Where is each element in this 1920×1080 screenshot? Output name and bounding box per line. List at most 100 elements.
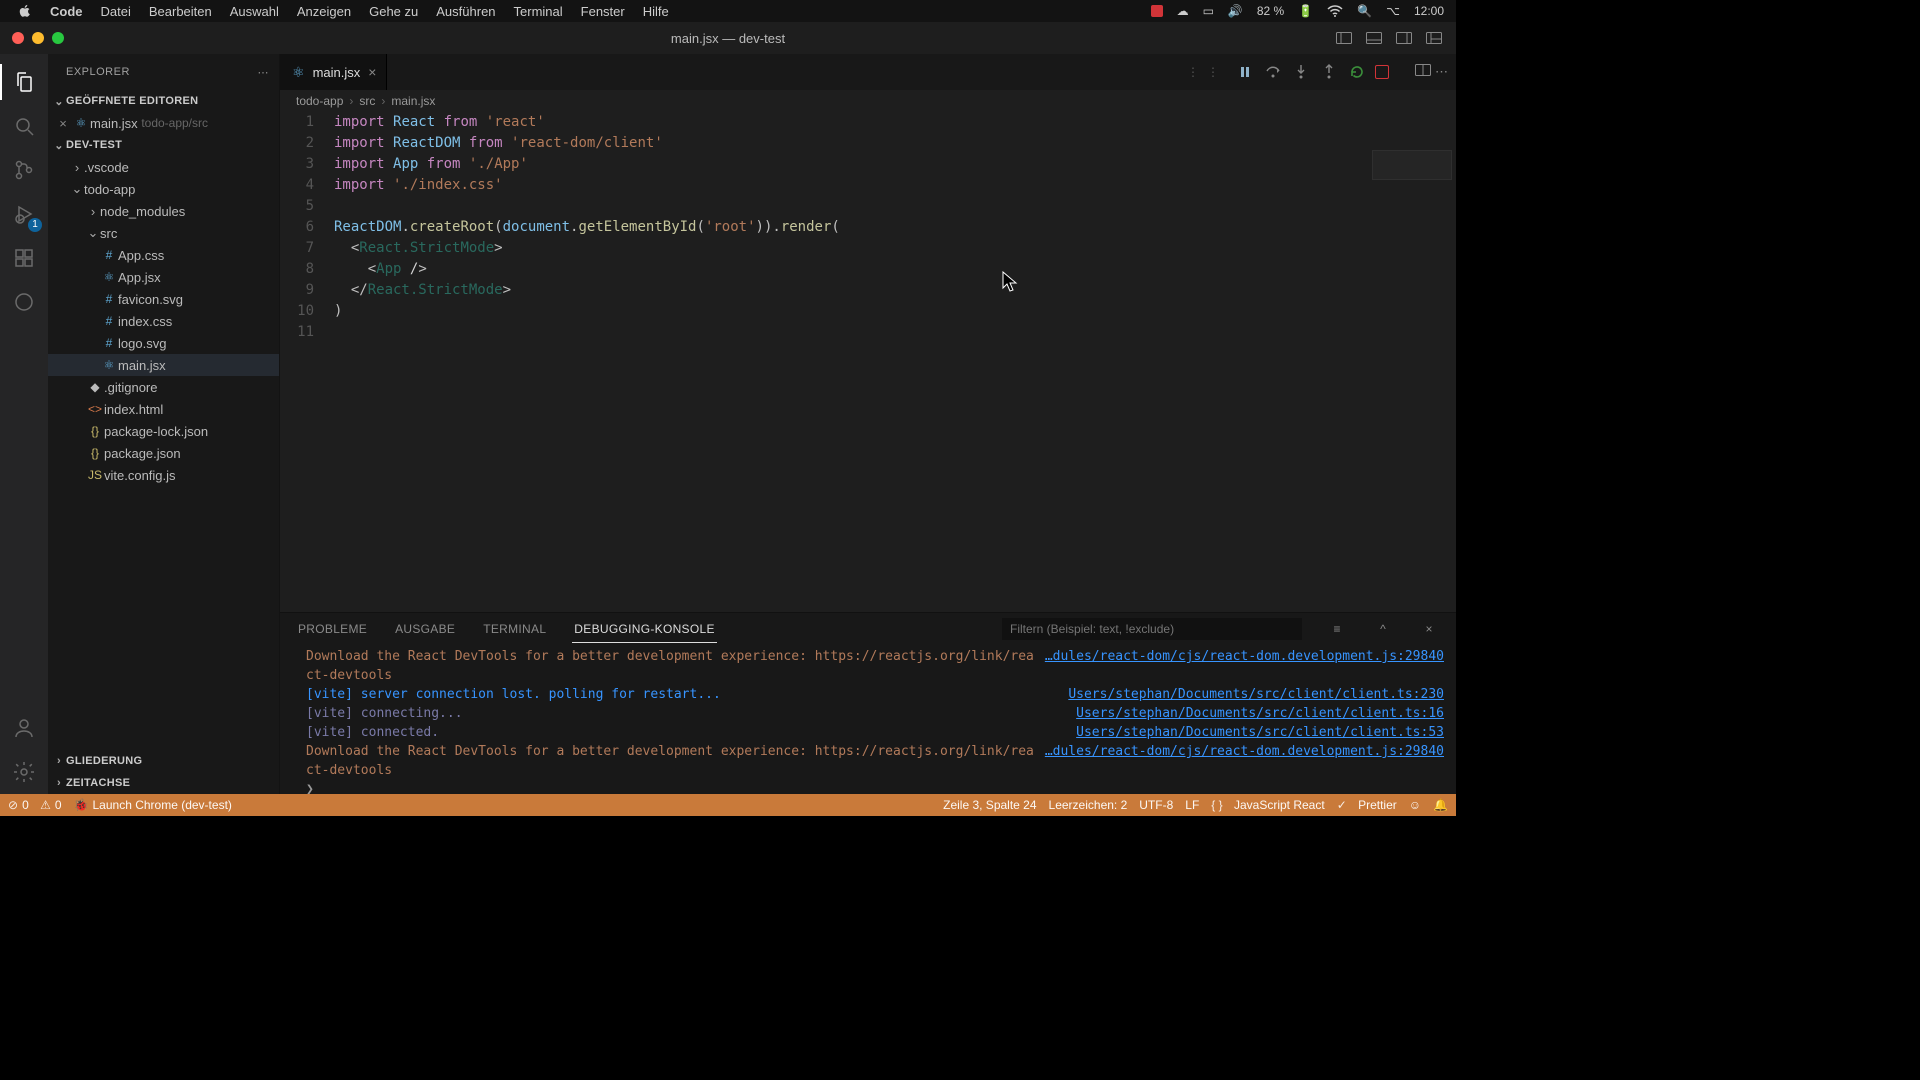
layout-right-icon[interactable] [1390,27,1418,49]
activity-account[interactable] [0,706,48,750]
layout-left-icon[interactable] [1330,27,1358,49]
file-item[interactable]: {}package-lock.json [48,420,279,442]
bottom-panel: PROBLEME AUSGABE TERMINAL DEBUGGING-KONS… [280,612,1456,794]
panel-tab-debug-console[interactable]: DEBUGGING-KONSOLE [572,616,716,643]
status-feedback-icon[interactable]: ☺ [1409,798,1421,812]
console-source-link[interactable]: Users/stephan/Documents/src/client/clien… [1076,723,1444,742]
status-launch[interactable]: 🐞Launch Chrome (dev-test) [74,798,232,812]
editor-code[interactable]: import React from 'react'import ReactDOM… [328,112,1456,612]
status-errors[interactable]: ⊘0 ⚠0 [8,798,62,812]
timeline-header[interactable]: ›ZEITACHSE [48,772,279,794]
status-lang[interactable]: { } JavaScript React [1211,798,1324,812]
file-item[interactable]: <>index.html [48,398,279,420]
outline-header[interactable]: ›GLIEDERUNG [48,750,279,772]
wifi-icon[interactable] [1327,5,1343,17]
activity-explorer[interactable] [0,60,48,104]
panel-maximize-icon[interactable]: ^ [1372,622,1394,636]
panel-tab-output[interactable]: AUSGABE [393,616,457,642]
console-source-link[interactable]: …dules/react-dom/cjs/react-dom.developme… [1045,647,1444,685]
open-editor-item[interactable]: ×⚛main.jsx todo-app/src [48,112,279,134]
activity-remote[interactable] [0,280,48,324]
clock[interactable]: 12:00 [1414,4,1444,18]
menu-anzeigen[interactable]: Anzeigen [297,4,351,19]
console-source-link[interactable]: …dules/react-dom/cjs/react-dom.developme… [1045,742,1444,780]
explorer-more-icon[interactable]: ⋯ [258,66,270,79]
menu-bearbeiten[interactable]: Bearbeiten [149,4,212,19]
file-item[interactable]: #favicon.svg [48,288,279,310]
folder-item[interactable]: ›node_modules [48,200,279,222]
status-encoding[interactable]: UTF-8 [1139,798,1173,812]
traffic-min-button[interactable] [32,32,44,44]
control-center-icon[interactable]: ⌥ [1386,4,1400,18]
file-item[interactable]: ◆.gitignore [48,376,279,398]
activity-search[interactable] [0,104,48,148]
menu-ausfuehren[interactable]: Ausführen [436,4,495,19]
panel-filter-input[interactable] [1002,618,1302,640]
file-item[interactable]: JSvite.config.js [48,464,279,486]
breadcrumbs[interactable]: todo-app› src› main.jsx [280,90,1456,112]
sound-icon[interactable]: 🔊 [1228,4,1243,18]
apple-logo-icon[interactable] [18,4,32,18]
tab-mainjsx[interactable]: ⚛ main.jsx × [280,54,387,90]
debug-step-into-button[interactable] [1291,62,1311,82]
folder-item[interactable]: ›.vscode [48,156,279,178]
debug-step-out-button[interactable] [1319,62,1339,82]
activity-run-debug[interactable]: 1 [0,192,48,236]
file-item[interactable]: {}package.json [48,442,279,464]
open-editors-header[interactable]: ⌄GEÖFFNETE EDITOREN [48,90,279,112]
menu-datei[interactable]: Datei [101,4,131,19]
battery-percentage[interactable]: 82 % [1257,4,1284,18]
debug-console-output[interactable]: Download the React DevTools for a better… [280,645,1456,794]
console-source-link[interactable]: Users/stephan/Documents/src/client/clien… [1068,685,1444,704]
panel-tab-problems[interactable]: PROBLEME [296,616,369,642]
menu-gehe-zu[interactable]: Gehe zu [369,4,418,19]
activity-settings[interactable] [0,750,48,794]
cloud-icon[interactable]: ☁︎ [1177,4,1189,18]
console-prompt[interactable]: ❯ [306,780,1444,794]
traffic-max-button[interactable] [52,32,64,44]
file-item[interactable]: #logo.svg [48,332,279,354]
panel-close-icon[interactable]: × [1418,622,1440,636]
layout-customize-icon[interactable] [1420,27,1448,49]
activity-source-control[interactable] [0,148,48,192]
status-bell-icon[interactable]: 🔔 [1433,798,1448,812]
file-name: package-lock.json [104,424,208,439]
split-editor-icon[interactable] [1415,64,1431,80]
debug-stop-button[interactable] [1375,65,1389,79]
status-prettier[interactable]: ✓ Prettier [1337,798,1397,812]
activity-extensions[interactable] [0,236,48,280]
battery-icon[interactable]: 🔋 [1298,4,1313,18]
file-item[interactable]: ⚛main.jsx [48,354,279,376]
file-item[interactable]: #App.css [48,244,279,266]
search-icon[interactable]: 🔍 [1357,4,1372,18]
display-icon[interactable]: ▭ [1203,4,1214,18]
workspace-header[interactable]: ⌄DEV-TEST [48,134,279,156]
file-item[interactable]: #index.css [48,310,279,332]
menu-terminal[interactable]: Terminal [514,4,563,19]
layout-bottom-icon[interactable] [1360,27,1388,49]
panel-tab-terminal[interactable]: TERMINAL [481,616,548,642]
menu-app-name[interactable]: Code [50,4,83,19]
console-source-link[interactable]: Users/stephan/Documents/src/client/clien… [1076,704,1444,723]
menu-auswahl[interactable]: Auswahl [230,4,279,19]
minimap[interactable] [1372,150,1452,180]
folder-item[interactable]: ⌄todo-app [48,178,279,200]
close-icon[interactable]: × [54,116,72,131]
status-indent[interactable]: Leerzeichen: 2 [1049,798,1128,812]
debug-pause-button[interactable] [1235,62,1255,82]
tab-close-icon[interactable]: × [368,64,376,80]
menu-hilfe[interactable]: Hilfe [643,4,669,19]
status-eol[interactable]: LF [1185,798,1199,812]
traffic-close-button[interactable] [12,32,24,44]
tabs-row: ⚛ main.jsx × ⋮⋮ ⋯ [280,54,1456,90]
menu-fenster[interactable]: Fenster [581,4,625,19]
file-item[interactable]: ⚛App.jsx [48,266,279,288]
debug-grip-icon[interactable]: ⋮⋮ [1187,65,1227,79]
recording-indicator-icon[interactable] [1151,5,1163,17]
debug-step-over-button[interactable] [1263,62,1283,82]
panel-filter-settings-icon[interactable]: ≡ [1326,622,1348,636]
folder-item[interactable]: ⌄src [48,222,279,244]
more-actions-icon[interactable]: ⋯ [1435,64,1448,80]
debug-restart-button[interactable] [1347,62,1367,82]
status-cursor[interactable]: Zeile 3, Spalte 24 [943,798,1036,812]
